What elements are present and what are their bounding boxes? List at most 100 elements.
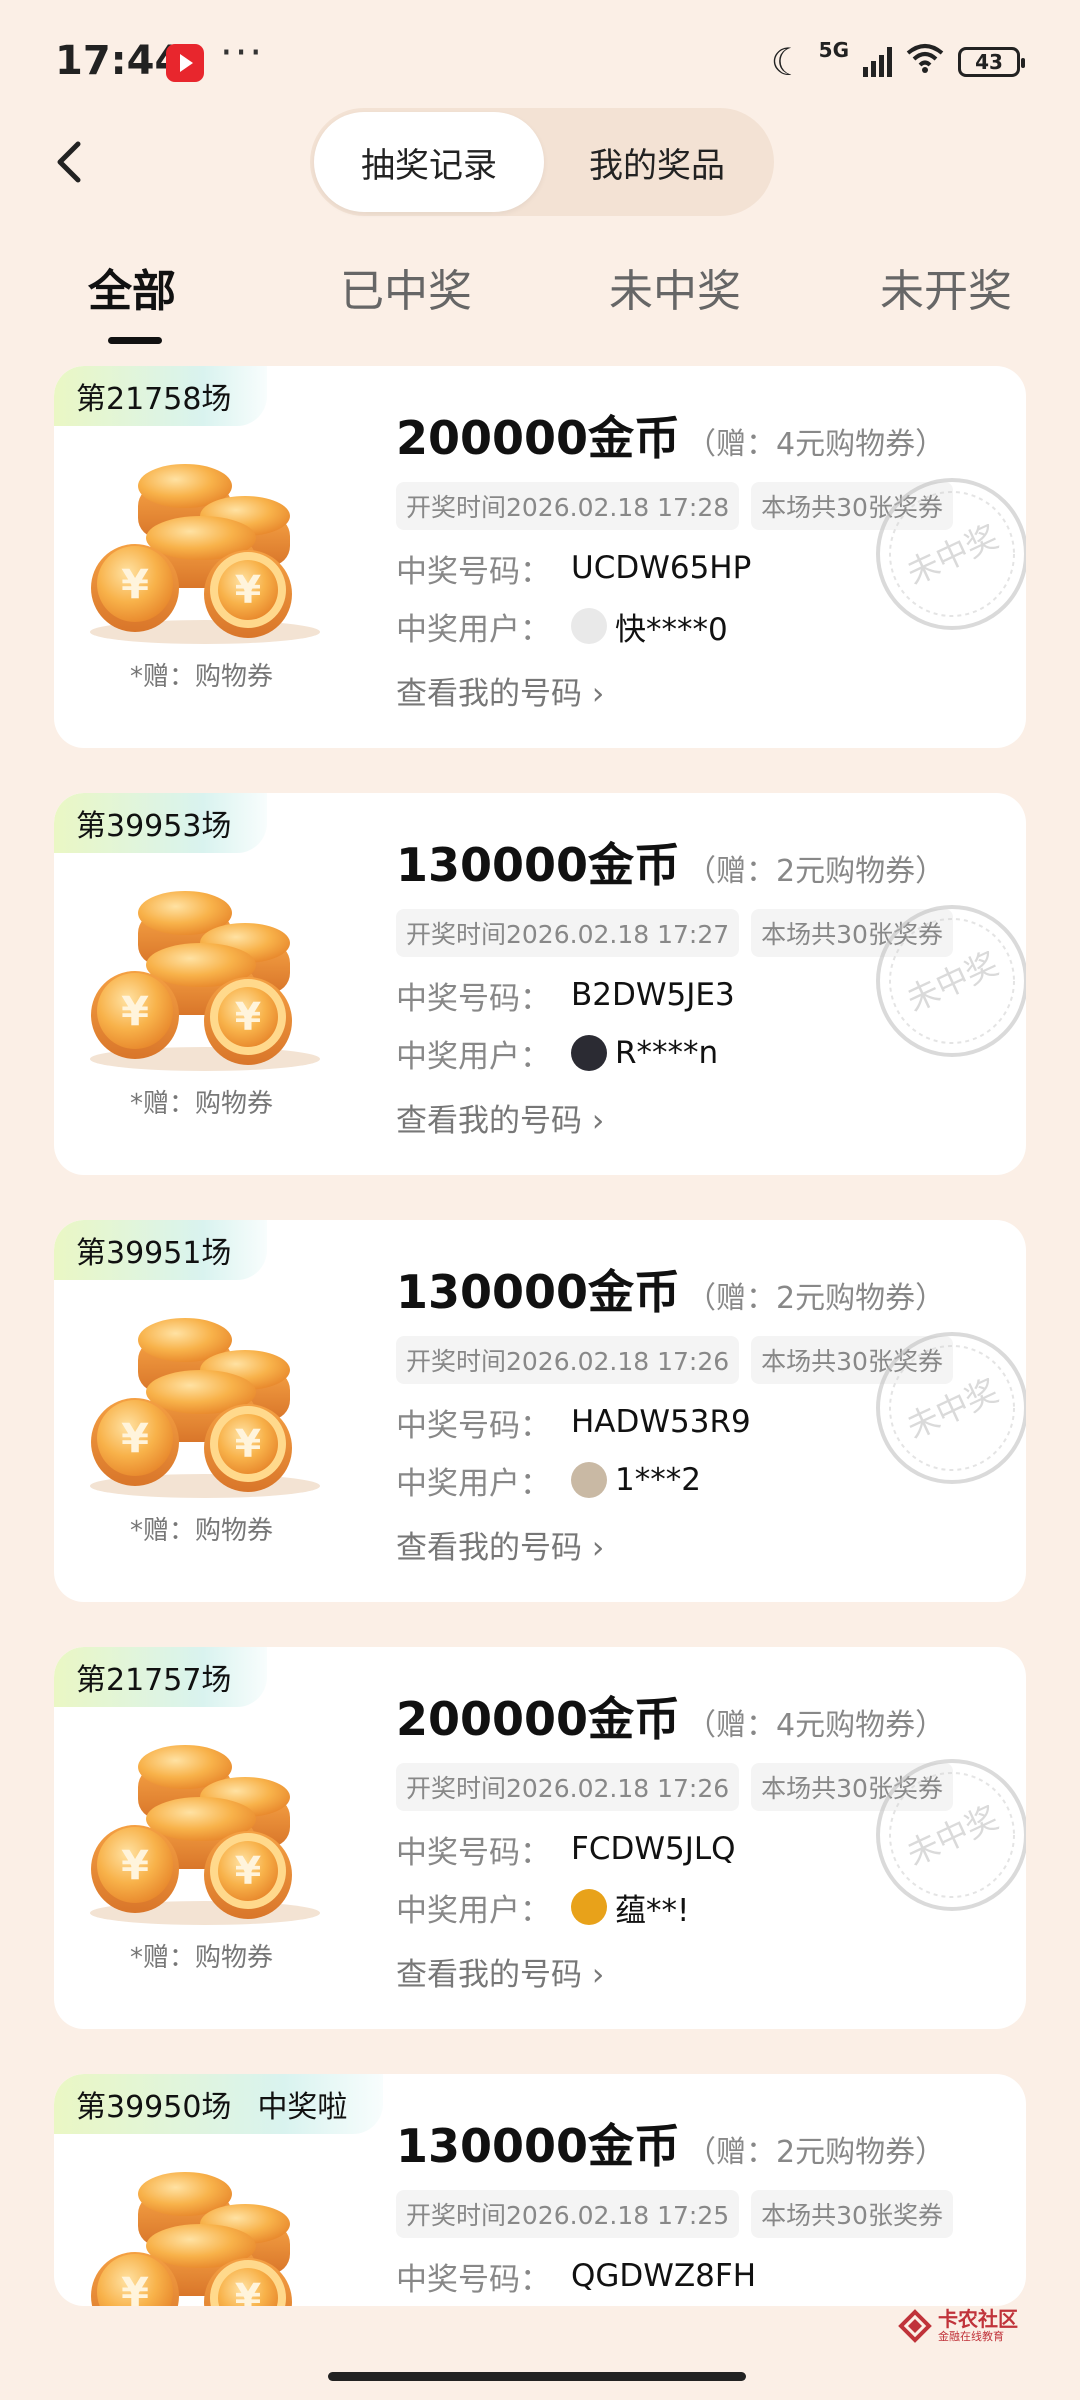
moon-icon: ☾ (770, 40, 805, 84)
back-button[interactable] (40, 132, 100, 192)
gold-coins-icon: ¥ ¥ (91, 2172, 292, 2306)
draw-record-card[interactable]: 第39953场 ¥ ¥ *赠：购物券 130000金币 （赠：2元购物券） 开奖… (54, 793, 1026, 1175)
won-badge: 中奖啦 (257, 2090, 348, 2125)
svg-text:¥: ¥ (121, 989, 149, 1035)
tab-won[interactable]: 已中奖 (340, 255, 472, 319)
avatar (571, 1462, 607, 1498)
not-won-stamp-icon: 未中奖 (876, 905, 1026, 1057)
tab-all[interactable]: 全部 (88, 255, 176, 319)
winning-number-label: 中奖号码： (396, 1407, 551, 1444)
draw-record-card[interactable]: 第39950场 中奖啦 ¥ ¥ 130000金币 （赠：2元购物券） 开奖时间2… (54, 2074, 1026, 2306)
prize-title: 130000金币 (396, 1265, 681, 1319)
winning-number-label: 中奖号码： (396, 1834, 551, 1871)
card-info: 130000金币 （赠：2元购物券） 开奖时间2026.02.18 17:25 … (396, 2110, 1006, 2298)
view-my-numbers-label: 查看我的号码 (396, 1957, 582, 1993)
round-number: 第39950场 (76, 2090, 232, 2125)
active-tab-indicator (108, 337, 162, 344)
not-won-stamp-icon: 未中奖 (876, 478, 1026, 630)
draw-record-card[interactable]: 第21757场 ¥ ¥ *赠：购物券 200000金币 （赠：4元购物券） 开奖… (54, 1647, 1026, 2029)
prize-bonus: （赠：2元购物券） (686, 854, 946, 889)
view-my-numbers-link[interactable]: 查看我的号码 › (396, 668, 1006, 713)
watermark-title: 卡农社区 (938, 2307, 1018, 2331)
winning-user-value: R****n (615, 1035, 719, 1071)
prize-title: 200000金币 (396, 1692, 681, 1746)
winning-number-value: HADW53R9 (571, 1404, 751, 1440)
gold-coins-icon: ¥ ¥ (90, 891, 320, 1071)
view-my-numbers-label: 查看我的号码 (396, 1530, 582, 1566)
tab-lost[interactable]: 未中奖 (609, 255, 741, 319)
svg-text:¥: ¥ (235, 995, 261, 1039)
status-time: 17:44 (55, 38, 183, 84)
round-number: 第39951场 (76, 1236, 232, 1271)
stamp-text: 未中奖 (901, 1798, 1004, 1873)
avatar (571, 1035, 607, 1071)
winning-number-value: FCDW5JLQ (571, 1831, 736, 1867)
svg-text:¥: ¥ (235, 568, 261, 612)
segment-my-prizes[interactable]: 我的奖品 (544, 112, 770, 212)
watermark: 卡农社区 金融在线教育 (898, 2308, 1018, 2344)
signal-icon (863, 47, 892, 77)
prize-bonus: （赠：4元购物券） (686, 427, 946, 462)
more-dots-icon: ··· (220, 30, 265, 76)
segmented-control: 抽奖记录 我的奖品 (310, 108, 774, 216)
battery-icon: 43 (958, 47, 1025, 77)
view-my-numbers-link[interactable]: 查看我的号码 › (396, 1522, 1006, 1567)
svg-text:¥: ¥ (235, 1422, 261, 1466)
gold-coins-icon: ¥ ¥ (90, 1745, 320, 1925)
round-tag: 第21758场 (54, 366, 268, 426)
draw-time-chip: 开奖时间2026.02.18 17:26 (396, 1763, 740, 1811)
view-my-numbers-label: 查看我的号码 (396, 676, 582, 712)
not-won-stamp-icon: 未中奖 (876, 1759, 1026, 1911)
winning-user-value: 蕴**! (615, 1892, 690, 1929)
segment-draw-records[interactable]: 抽奖记录 (314, 112, 544, 212)
winning-number-value: QGDWZ8FH (571, 2258, 757, 2294)
winning-number-label: 中奖号码： (396, 980, 551, 1017)
gift-caption: *赠：购物券 (130, 1516, 274, 1546)
network-label: 5G (818, 38, 849, 62)
round-tag: 第21757场 (54, 1647, 268, 1707)
draw-time-chip: 开奖时间2026.02.18 17:26 (396, 1336, 740, 1384)
prize-title: 130000金币 (396, 838, 681, 892)
avatar (571, 608, 607, 644)
draw-time-chip: 开奖时间2026.02.18 17:28 (396, 482, 740, 530)
winning-user-label: 中奖用户： (396, 1465, 551, 1502)
svg-text:¥: ¥ (121, 562, 149, 608)
winning-user-value: 快****0 (615, 611, 728, 648)
stamp-text: 未中奖 (901, 944, 1004, 1019)
home-indicator[interactable] (328, 2372, 746, 2381)
svg-text:¥: ¥ (235, 1849, 261, 1893)
winning-user-value: 1***2 (615, 1462, 701, 1498)
kanong-logo-icon (898, 2309, 932, 2343)
prize-bonus: （赠：2元购物券） (686, 1281, 946, 1316)
winning-number-value: UCDW65HP (571, 550, 752, 586)
prize-title: 130000金币 (396, 2119, 681, 2173)
round-tag: 第39951场 (54, 1220, 268, 1280)
gold-coins-icon: ¥ ¥ (90, 1318, 320, 1498)
winning-number-label: 中奖号码： (396, 2261, 551, 2298)
round-number: 第39953场 (76, 809, 232, 844)
chevron-left-icon (57, 141, 81, 183)
draw-time-chip: 开奖时间2026.02.18 17:27 (396, 909, 740, 957)
winning-number-value: B2DW5JE3 (571, 977, 735, 1013)
prize-title: 200000金币 (396, 411, 681, 465)
winning-user-label: 中奖用户： (396, 1038, 551, 1075)
view-my-numbers-label: 查看我的号码 (396, 1103, 582, 1139)
wifi-icon (906, 42, 944, 82)
gift-caption: *赠：购物券 (130, 662, 274, 692)
prize-bonus: （赠：4元购物券） (686, 1708, 946, 1743)
view-my-numbers-link[interactable]: 查看我的号码 › (396, 1095, 1006, 1140)
gift-caption: *赠：购物券 (130, 1089, 274, 1119)
svg-text:¥: ¥ (121, 1416, 149, 1462)
tab-pending[interactable]: 未开奖 (880, 255, 1012, 319)
round-tag: 第39953场 (54, 793, 268, 853)
stamp-text: 未中奖 (901, 1371, 1004, 1446)
draw-record-card[interactable]: 第39951场 ¥ ¥ *赠：购物券 130000金币 （赠：2元购物券） 开奖… (54, 1220, 1026, 1602)
gift-caption: *赠：购物券 (130, 1943, 274, 1973)
winning-user-label: 中奖用户： (396, 611, 551, 648)
draw-record-card[interactable]: 第21758场 ¥ ¥ *赠：购物券 200000金币 （赠：4元购物券） 开奖… (54, 366, 1026, 748)
round-number: 第21757场 (76, 1663, 232, 1698)
prize-bonus: （赠：2元购物券） (686, 2135, 946, 2170)
view-my-numbers-link[interactable]: 查看我的号码 › (396, 1949, 1006, 1994)
round-number: 第21758场 (76, 382, 232, 417)
winning-number-label: 中奖号码： (396, 553, 551, 590)
